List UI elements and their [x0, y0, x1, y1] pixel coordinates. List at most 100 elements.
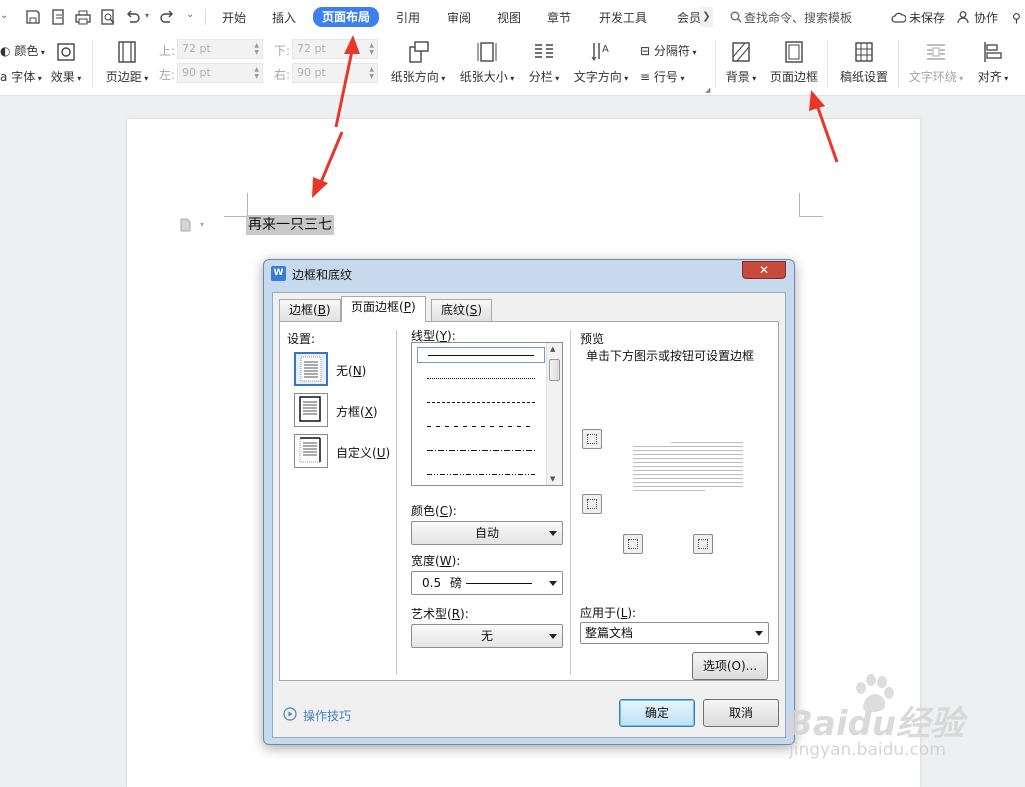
wps-writer-icon: W: [271, 266, 286, 281]
background-label: 背景: [725, 70, 750, 84]
spinner-icon[interactable]: ▲ ▼: [254, 66, 259, 80]
setting-box-button[interactable]: [294, 393, 328, 427]
left-border-toggle[interactable]: [623, 534, 643, 554]
line-style-option[interactable]: [417, 347, 545, 363]
tab-developer[interactable]: 开发工具: [599, 9, 647, 27]
color-dropdown[interactable]: 自动: [411, 521, 563, 545]
dropdown-arrow-icon[interactable]: [755, 631, 763, 636]
paragraph-handle-icon[interactable]: [179, 218, 192, 232]
bottom-border-toggle[interactable]: [582, 494, 602, 514]
setting-custom-button[interactable]: [294, 434, 328, 468]
align-button[interactable]: 对齐 ▾: [975, 40, 1011, 85]
tab-shading[interactable]: 底纹(S): [431, 299, 492, 321]
text-direction-button[interactable]: A 文字方向 ▾: [572, 40, 630, 85]
tab-references[interactable]: 引用: [396, 9, 420, 27]
theme-fonts-button[interactable]: a 字体 ▾: [0, 68, 42, 85]
breaks-button[interactable]: ⊟ 分隔符 ▾: [640, 42, 696, 59]
dropdown-arrow-icon[interactable]: [549, 531, 557, 536]
tabs-more-icon[interactable]: ❯: [700, 7, 713, 27]
right-border-toggle[interactable]: [693, 534, 713, 554]
undo-icon[interactable]: [124, 8, 142, 26]
print-icon[interactable]: [74, 8, 92, 26]
cancel-button[interactable]: 取消: [703, 699, 779, 727]
paper-size-icon: [477, 42, 497, 62]
apply-to-dropdown[interactable]: 整篇文档: [580, 622, 769, 644]
effects-label: 效果: [50, 70, 75, 84]
orientation-button[interactable]: 纸张方向 ▾: [389, 40, 447, 85]
line-style-scrollbar[interactable]: ▲ ▼: [546, 343, 562, 485]
right-border-icon: [698, 539, 708, 549]
line-style-option[interactable]: [417, 371, 545, 387]
options-button[interactable]: 选项(O)...: [692, 652, 768, 680]
tips-link[interactable]: 操作技巧: [303, 707, 351, 724]
bottom-margin-input[interactable]: 72 pt ▲ ▼: [292, 39, 378, 59]
tab-insert[interactable]: 插入: [272, 9, 296, 27]
margins-button[interactable]: 页边距 ▾: [104, 40, 150, 85]
line-style-option[interactable]: [417, 419, 545, 435]
spinner-icon[interactable]: ▲ ▼: [369, 42, 374, 56]
scrollbar-thumb[interactable]: [549, 359, 560, 381]
paragraph-menu-icon[interactable]: ▾: [200, 220, 204, 229]
spinner-icon[interactable]: ▲ ▼: [369, 66, 374, 80]
tab-home[interactable]: 开始: [222, 9, 246, 27]
tab-review[interactable]: 审阅: [447, 9, 471, 27]
line-style-option[interactable]: [417, 443, 545, 459]
top-border-toggle[interactable]: [582, 429, 602, 449]
ok-button-label: 确定: [644, 706, 669, 720]
ok-button[interactable]: 确定: [619, 699, 695, 727]
scroll-up-icon[interactable]: ▲: [550, 345, 555, 353]
background-button[interactable]: 背景 ▾: [723, 40, 759, 85]
tab-page-layout[interactable]: 页面布局: [313, 7, 380, 27]
line-style-list[interactable]: ▲ ▼: [411, 342, 563, 486]
export-pdf-icon[interactable]: [50, 8, 68, 26]
tab-page-border[interactable]: 页面边框(P): [341, 296, 426, 322]
print-preview-icon[interactable]: [99, 8, 117, 26]
tab-member[interactable]: 会员: [677, 9, 701, 27]
collaborate-button[interactable]: 协作: [974, 9, 998, 27]
theme-colors-button[interactable]: ◐ 颜色 ▾: [0, 42, 45, 59]
setting-custom-option[interactable]: 自定义(U): [336, 444, 390, 461]
dropdown-arrow-icon[interactable]: [549, 634, 557, 639]
setting-none-option[interactable]: 无(N): [336, 362, 366, 379]
page-border-button[interactable]: 页面边框: [768, 40, 820, 85]
command-search-box[interactable]: 查找命令、搜索模板: [744, 9, 852, 27]
dropdown-arrow-icon[interactable]: [549, 581, 557, 586]
scroll-down-icon[interactable]: ▼: [550, 475, 555, 483]
width-value: 0.5: [422, 576, 442, 590]
redo-icon[interactable]: [158, 8, 176, 26]
preview-page[interactable]: [633, 440, 745, 500]
selected-document-text[interactable]: 再来一只三七: [246, 215, 334, 235]
close-button[interactable]: ✕: [742, 261, 786, 279]
divider: [92, 40, 93, 88]
ribbon-toolbar: ◐ 颜色 ▾ a 字体 ▾ 效果 ▾ 页边距 ▾ 上: 72 pt ▲ ▼ 左: 9…: [0, 34, 1025, 96]
art-dropdown[interactable]: 无: [411, 624, 563, 648]
chevron-icon[interactable]: ⌄: [0, 10, 8, 21]
line-numbers-button[interactable]: ≡ 行号 ▾: [640, 68, 684, 85]
text-wrap-button[interactable]: 文字环绕 ▾: [906, 40, 966, 85]
tab-view[interactable]: 视图: [497, 9, 521, 27]
undo-dropdown-icon[interactable]: ▾: [145, 11, 149, 20]
setting-none-button[interactable]: [294, 352, 328, 386]
dialog-launcher-icon[interactable]: ◢: [705, 86, 710, 94]
right-margin-input[interactable]: 90 pt ▲ ▼: [292, 63, 378, 83]
tab-chapter[interactable]: 章节: [547, 9, 571, 27]
columns-button[interactable]: 分栏 ▾: [527, 40, 561, 85]
left-margin-input[interactable]: 90 pt ▲ ▼: [177, 63, 263, 83]
customize-quickbar-icon[interactable]: ⌄: [186, 9, 194, 20]
unsaved-status[interactable]: 未保存: [909, 9, 945, 27]
line-style-option[interactable]: [417, 467, 545, 483]
tab-borders[interactable]: 边框(B): [279, 299, 341, 321]
width-dropdown[interactable]: 0.5 磅: [411, 571, 563, 595]
line-style-option[interactable]: [417, 395, 545, 411]
more-icon[interactable]: ⚲: [1012, 9, 1021, 27]
dialog-title: 边框和底纹: [292, 268, 353, 282]
spinner-icon[interactable]: ▲ ▼: [254, 42, 259, 56]
theme-effects-button[interactable]: 效果 ▾: [49, 40, 83, 85]
setting-box-option[interactable]: 方框(X): [336, 403, 378, 420]
paper-size-button[interactable]: 纸张大小 ▾: [458, 40, 516, 85]
color-value: 自动: [474, 526, 499, 540]
draft-paper-button[interactable]: 稿纸设置: [837, 40, 891, 85]
divider: [205, 9, 206, 25]
save-icon[interactable]: [24, 8, 42, 26]
top-margin-input[interactable]: 72 pt ▲ ▼: [177, 39, 263, 59]
